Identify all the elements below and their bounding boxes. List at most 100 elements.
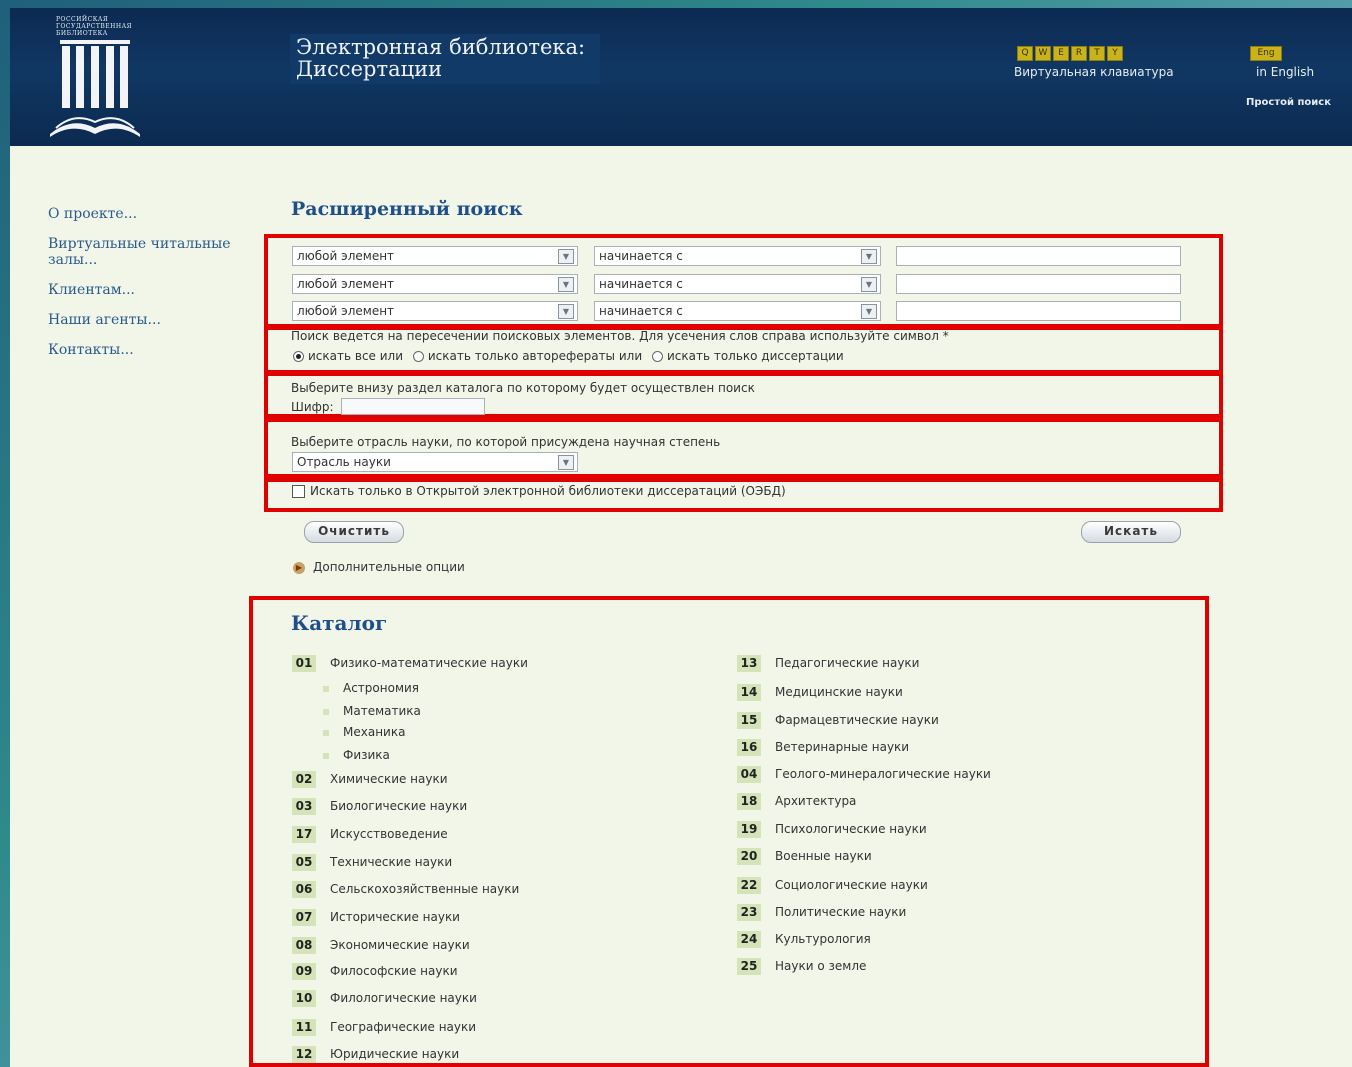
catalog-item-24[interactable]: 24 Культурология [737, 930, 871, 948]
sidebar-item-clients[interactable]: Клиентам... [48, 282, 258, 298]
page-title: Электронная библиотека: Диссертации [296, 36, 585, 80]
catalog-code-badge: 22 [737, 877, 761, 894]
catalog-subitem[interactable]: Астрономия [323, 681, 419, 695]
catalog-code-badge: 11 [292, 1019, 316, 1036]
search-mode-group: искать все или искать только автореферат… [293, 349, 844, 363]
catalog-item-06[interactable]: 06 Сельскохозяйственные науки [292, 880, 519, 898]
chevron-down-icon: ▼ [861, 277, 877, 292]
catalog-item-01[interactable]: 01 Физико-математические науки [292, 654, 528, 672]
catalog-item-18[interactable]: 18 Архитектура [737, 792, 856, 810]
key-t: T [1089, 46, 1105, 61]
radio-all-label: искать все или [308, 349, 404, 363]
catalog-code-badge: 04 [737, 766, 761, 783]
catalog-item-03[interactable]: 03 Биологические науки [292, 797, 467, 815]
bullet-icon [323, 729, 329, 736]
catalog-item-label: Философские науки [330, 964, 458, 978]
oebd-option[interactable]: Искать только в Открытой электронной биб… [292, 484, 786, 498]
catalog-item-label: Технические науки [330, 855, 453, 869]
catalog-item-10[interactable]: 10 Филологические науки [292, 989, 477, 1007]
catalog-subitem-label: Физика [343, 748, 390, 762]
catalog-item-label: Культурология [775, 932, 871, 946]
search-input-1[interactable] [896, 246, 1181, 266]
catalog-item-08[interactable]: 08 Экономические науки [292, 936, 470, 954]
intersection-note: Поиск ведется на пересечении поисковых э… [291, 329, 949, 343]
catalog-item-13[interactable]: 13 Педагогические науки [737, 654, 919, 672]
catalog-item-label: Фармацевтические науки [775, 713, 939, 727]
bullet-icon [323, 685, 329, 692]
catalog-item-07[interactable]: 07 Исторические науки [292, 908, 460, 926]
catalog-item-19[interactable]: 19 Психологические науки [737, 820, 927, 838]
catalog-item-label: Геолого-минералогические науки [775, 767, 991, 781]
catalog-item-label: Искусствоведение [330, 827, 448, 841]
field-select-1[interactable]: любой элемент ▼ [292, 246, 578, 266]
english-link[interactable]: in English [1256, 65, 1314, 79]
radio-abstracts[interactable] [412, 351, 424, 362]
catalog-item-15[interactable]: 15 Фармацевтические науки [737, 711, 939, 729]
catalog-code-badge: 06 [292, 881, 316, 898]
catalog-code-badge: 01 [292, 655, 316, 672]
radio-all[interactable] [293, 351, 304, 362]
catalog-item-05[interactable]: 05 Технические науки [292, 853, 452, 871]
field-select-1-value: любой элемент [297, 249, 395, 263]
additional-options-toggle[interactable]: ▶ Дополнительные опции [293, 560, 465, 574]
condition-select-1[interactable]: начинается с ▼ [594, 246, 881, 266]
catalog-item-label: Сельскохозяйственные науки [330, 882, 520, 896]
catalog-item-17[interactable]: 17 Искусствоведение [292, 825, 448, 843]
sidebar-nav: О проекте... Виртуальные читальные залы.… [48, 206, 258, 372]
shifr-label: Шифр: [291, 400, 334, 414]
catalog-code-badge: 19 [737, 821, 761, 838]
sidebar-item-agents[interactable]: Наши агенты... [48, 312, 258, 328]
simple-search-link[interactable]: Простой поиск [1246, 97, 1331, 108]
catalog-subitem[interactable]: Физика [323, 748, 390, 762]
oebd-checkbox[interactable] [292, 485, 305, 498]
catalog-item-label: Физико-математические науки [330, 656, 528, 670]
field-select-3[interactable]: любой элемент ▼ [292, 301, 578, 321]
catalog-subitem[interactable]: Механика [323, 725, 405, 739]
catalog-item-09[interactable]: 09 Философские науки [292, 962, 458, 980]
library-logo[interactable]: РОССИЙСКАЯ ГОСУДАРСТВЕННАЯ БИБЛИОТЕКА [46, 16, 144, 140]
chevron-down-icon: ▼ [861, 304, 877, 319]
catalog-code-badge: 16 [737, 739, 761, 756]
chevron-down-icon: ▼ [558, 277, 574, 292]
chevron-down-icon: ▼ [861, 249, 877, 264]
english-flag-icon[interactable]: Eng [1250, 46, 1282, 61]
search-button[interactable]: Искать [1081, 521, 1181, 543]
key-q: Q [1017, 46, 1033, 61]
catalog-code-badge: 18 [737, 793, 761, 810]
field-select-2[interactable]: любой элемент ▼ [292, 274, 578, 294]
catalog-item-14[interactable]: 14 Медицинские науки [737, 683, 903, 701]
search-input-2[interactable] [896, 274, 1181, 294]
catalog-code-badge: 13 [737, 655, 761, 672]
condition-select-1-value: начинается с [599, 249, 683, 263]
radio-dissertations[interactable] [651, 351, 663, 362]
sidebar-item-reading-rooms[interactable]: Виртуальные читальные залы... [48, 236, 258, 268]
catalog-item-label: Педагогические науки [775, 656, 920, 670]
catalog-title: Каталог [291, 611, 388, 635]
catalog-item-12[interactable]: 12 Юридические науки [292, 1045, 459, 1063]
sidebar-item-about[interactable]: О проекте... [48, 206, 258, 222]
catalog-subitem-label: Математика [343, 704, 421, 718]
clear-button[interactable]: Очистить [304, 521, 404, 543]
virtual-keyboard-link[interactable]: Виртуальная клавиатура [1014, 65, 1174, 79]
condition-select-3[interactable]: начинается с ▼ [594, 301, 881, 321]
catalog-item-02[interactable]: 02 Химические науки [292, 770, 448, 788]
catalog-item-label: Экономические науки [330, 938, 470, 952]
catalog-item-label: Филологические науки [330, 991, 477, 1005]
sidebar-item-contacts[interactable]: Контакты... [48, 342, 258, 358]
shifr-input[interactable] [341, 398, 485, 415]
catalog-item-label: Архитектура [775, 794, 857, 808]
catalog-item-25[interactable]: 25 Науки о земле [737, 957, 866, 975]
catalog-item-11[interactable]: 11 Географические науки [292, 1018, 476, 1036]
catalog-item-04[interactable]: 04 Геолого-минералогические науки [737, 765, 991, 783]
catalog-item-22[interactable]: 22 Социологические науки [737, 876, 928, 894]
search-input-3[interactable] [896, 301, 1181, 321]
science-branch-select[interactable]: Отрасль науки ▼ [292, 452, 578, 472]
catalog-item-20[interactable]: 20 Военные науки [737, 847, 872, 865]
header: РОССИЙСКАЯ ГОСУДАРСТВЕННАЯ БИБЛИОТЕКА Эл… [10, 8, 1352, 146]
catalog-item-16[interactable]: 16 Ветеринарные науки [737, 738, 909, 756]
catalog-item-23[interactable]: 23 Политические науки [737, 903, 906, 921]
virtual-keyboard-icon[interactable]: Q W E R T Y [1017, 46, 1123, 61]
catalog-subitem[interactable]: Математика [323, 704, 421, 718]
science-branch-value: Отрасль науки [297, 455, 391, 469]
condition-select-2[interactable]: начинается с ▼ [594, 274, 881, 294]
